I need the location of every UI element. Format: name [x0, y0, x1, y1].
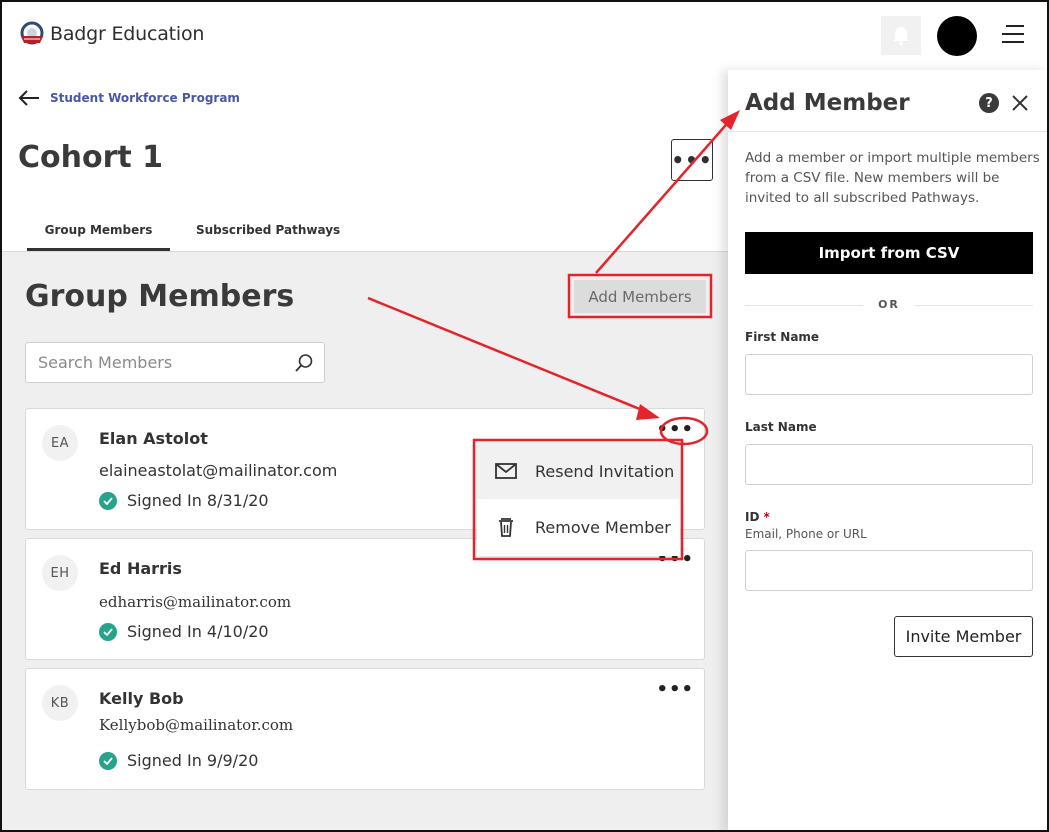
back-link[interactable]: Student Workforce Program: [18, 88, 240, 108]
add-members-button[interactable]: Add Members: [574, 280, 706, 313]
arrow-left-icon: [18, 90, 39, 106]
drawer-description: Add a member or import multiple members …: [745, 150, 1040, 206]
member-email: edharris@mailinator.com: [99, 593, 292, 611]
member-status-text: Signed In 4/10/20: [127, 622, 269, 641]
member-actions-menu: Resend Invitation Remove Member: [477, 443, 680, 556]
member-status: Signed In 9/9/20: [99, 751, 258, 770]
member-more-icon[interactable]: •••: [656, 419, 694, 440]
invite-member-button[interactable]: Invite Member: [894, 616, 1033, 657]
tab-group-members[interactable]: Group Members: [27, 223, 170, 237]
search-icon[interactable]: [294, 353, 314, 373]
active-tab-indicator: [27, 248, 170, 251]
hamburger-menu-icon[interactable]: [1002, 25, 1024, 43]
member-email: Kellybob@mailinator.com: [99, 716, 294, 734]
id-field[interactable]: [745, 550, 1033, 591]
or-divider: OR: [745, 298, 1033, 314]
member-name: Kelly Bob: [99, 689, 184, 708]
member-status-text: Signed In 8/31/20: [127, 491, 269, 510]
first-name-label: First Name: [745, 330, 820, 344]
cohort-more-button[interactable]: •••: [671, 139, 713, 181]
check-circle-icon: [99, 622, 117, 641]
member-status: Signed In 4/10/20: [99, 622, 269, 641]
id-label: ID *: [745, 510, 770, 524]
member-email: elaineastolat@mailinator.com: [99, 461, 338, 480]
member-name: Ed Harris: [99, 559, 182, 578]
last-name-field[interactable]: [745, 444, 1033, 485]
menu-item-label: Resend Invitation: [535, 461, 675, 481]
close-icon[interactable]: [1010, 93, 1030, 113]
notifications-button[interactable]: [881, 16, 921, 55]
member-avatar: EH: [42, 555, 78, 591]
drawer-header: Add Member ?: [728, 70, 1049, 132]
member-more-icon[interactable]: •••: [656, 679, 694, 700]
menu-item-remove-member[interactable]: Remove Member: [477, 499, 680, 555]
app-name: Badgr Education: [50, 23, 205, 45]
first-name-field[interactable]: [745, 354, 1033, 395]
back-link-label: Student Workforce Program: [50, 91, 240, 105]
app-logo[interactable]: Badgr Education: [18, 20, 204, 48]
section-title: Group Members: [25, 279, 295, 314]
id-label-text: ID: [745, 510, 760, 524]
search-members-field: [25, 342, 325, 383]
member-status-text: Signed In 9/9/20: [127, 751, 259, 770]
bell-icon: [893, 26, 909, 45]
badgr-logo-icon: [20, 21, 44, 45]
member-avatar: EA: [42, 425, 78, 461]
tab-subscribed-pathways[interactable]: Subscribed Pathways: [196, 223, 340, 237]
page-title: Cohort 1: [18, 140, 164, 175]
top-bar: Badgr Education: [0, 0, 1049, 70]
menu-item-resend-invitation[interactable]: Resend Invitation: [477, 443, 680, 499]
member-card: KB Kelly Bob Kellybob@mailinator.com Sig…: [25, 668, 705, 790]
user-avatar[interactable]: [937, 16, 977, 56]
drawer-title: Add Member: [745, 90, 910, 116]
member-card: EH Ed Harris edharris@mailinator.com Sig…: [25, 538, 705, 660]
envelope-icon: [495, 463, 517, 479]
required-mark: *: [763, 510, 770, 524]
member-avatar: KB: [42, 685, 78, 721]
menu-item-label: Remove Member: [535, 517, 671, 537]
help-icon[interactable]: ?: [979, 93, 999, 113]
check-circle-icon: [99, 751, 117, 770]
add-member-drawer: Add Member ? Add a member or import mult…: [728, 70, 1049, 832]
more-dots-icon: •••: [671, 148, 713, 172]
id-hint: Email, Phone or URL: [745, 527, 867, 541]
member-status: Signed In 8/31/20: [99, 491, 269, 510]
member-name: Elan Astolot: [99, 429, 208, 448]
search-input[interactable]: [26, 343, 276, 382]
import-csv-button[interactable]: Import from CSV: [745, 232, 1033, 274]
trash-icon: [499, 518, 513, 537]
tab-bar: Group Members Subscribed Pathways: [0, 215, 728, 252]
last-name-label: Last Name: [745, 420, 817, 434]
check-circle-icon: [99, 491, 117, 510]
